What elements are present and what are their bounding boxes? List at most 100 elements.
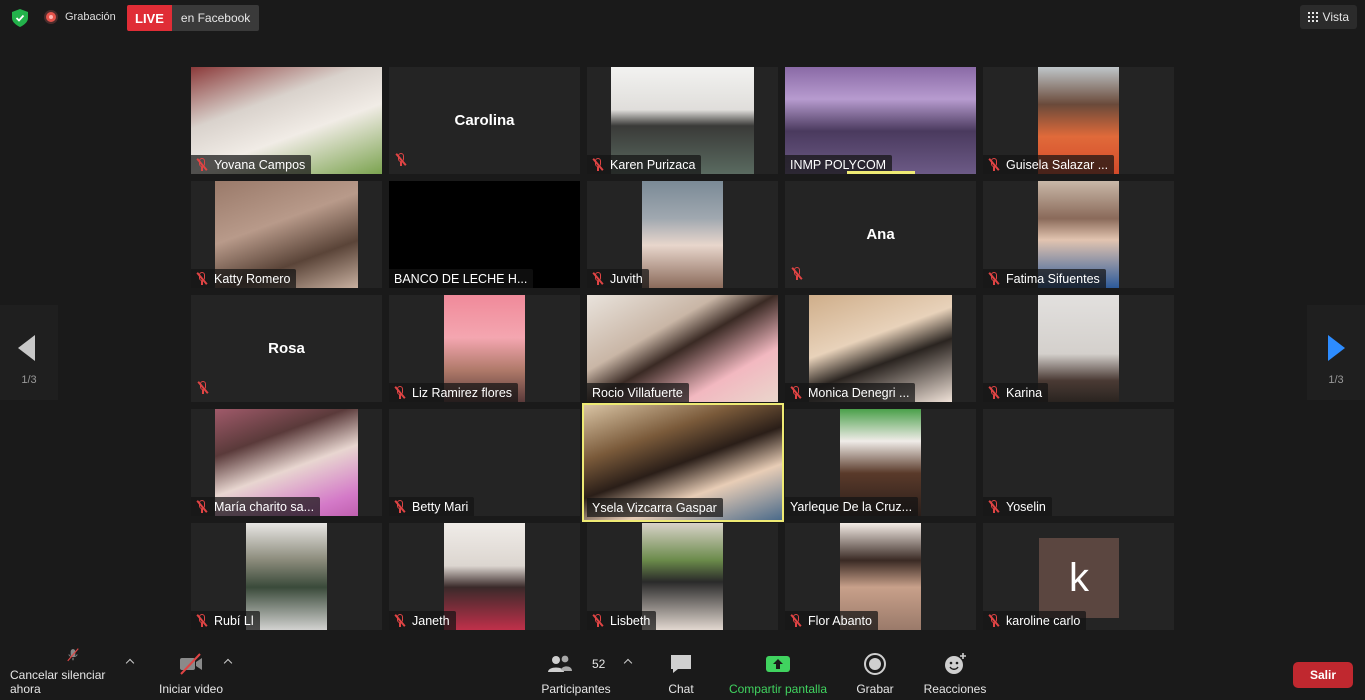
- participant-tile[interactable]: Juvith: [587, 181, 778, 288]
- share-screen-button[interactable]: Compartir pantalla: [726, 648, 830, 700]
- participants-button[interactable]: Participantes: [540, 648, 612, 700]
- participant-name: BANCO DE LECHE H...: [394, 271, 528, 286]
- participant-name-label: Katty Romero: [191, 269, 297, 288]
- participant-name-label: Yarleque De la Cruz...: [785, 497, 919, 516]
- participant-name-label: Betty Mari: [389, 497, 475, 516]
- record-button[interactable]: Grabar: [854, 648, 896, 700]
- reactions-label: Reacciones: [923, 682, 987, 696]
- page-indicator-left: 1/3: [21, 374, 37, 386]
- mic-muted-icon: [592, 158, 604, 171]
- video-options-chevron-up-icon[interactable]: [223, 658, 233, 668]
- participant-name: Guisela Salazar ...: [1006, 157, 1109, 172]
- microphone-muted-icon: [67, 648, 79, 662]
- page-indicator-right: 1/3: [1328, 374, 1344, 386]
- arrow-right-icon: [1328, 335, 1345, 361]
- participants-icon: [548, 655, 572, 672]
- participant-name-label: Fatima Sifuentes: [983, 269, 1106, 288]
- chat-bubble-icon: [671, 655, 691, 673]
- participant-name: Karen Purizaca: [610, 157, 696, 172]
- participant-tile[interactable]: María charito sa...: [191, 409, 382, 516]
- participant-tile[interactable]: Katty Romero: [191, 181, 382, 288]
- mic-muted-icon: [196, 158, 208, 171]
- mic-status: [197, 381, 215, 399]
- participant-tile[interactable]: Betty Mari: [389, 409, 580, 516]
- leave-meeting-button[interactable]: Salir: [1293, 662, 1353, 688]
- participant-name-label: Flor Abanto: [785, 611, 878, 630]
- participant-tile[interactable]: Carolina: [389, 67, 580, 174]
- previous-page-button[interactable]: 1/3: [0, 305, 58, 400]
- active-speaker-tile[interactable]: Ysela Vizcarra Gaspar: [582, 403, 784, 522]
- mic-muted-icon: [592, 614, 604, 627]
- participant-tile[interactable]: k karoline carlo: [983, 523, 1174, 630]
- video-camera-off-icon: [180, 653, 202, 675]
- participant-name-center: Ana: [866, 226, 895, 243]
- participant-name: INMP POLYCOM: [790, 157, 887, 172]
- participant-name: Fatima Sifuentes: [1006, 271, 1100, 286]
- participant-name: Monica Denegri ...: [808, 385, 910, 400]
- chat-button[interactable]: Chat: [660, 648, 702, 700]
- participant-tile[interactable]: Liz Ramirez flores: [389, 295, 580, 402]
- start-video-button[interactable]: Iniciar video: [158, 648, 224, 700]
- share-screen-label: Compartir pantalla: [728, 682, 828, 696]
- participant-name-label: Lisbeth: [587, 611, 657, 630]
- participant-name-label: Ysela Vizcarra Gaspar: [587, 498, 723, 517]
- participant-tile[interactable]: Rubí Ll: [191, 523, 382, 630]
- participant-name-label: Liz Ramirez flores: [389, 383, 519, 402]
- participant-name-center: Rosa: [268, 340, 305, 357]
- mic-muted-icon: [196, 614, 208, 627]
- participant-tile[interactable]: Yarleque De la Cruz...: [785, 409, 976, 516]
- share-screen-icon: [766, 656, 790, 672]
- participants-options-chevron-up-icon[interactable]: [623, 658, 633, 668]
- unmute-button[interactable]: Cancelar silenciar ahora: [10, 648, 136, 700]
- recording-indicator[interactable]: Grabación: [44, 10, 116, 24]
- live-stream-indicator[interactable]: LIVE en Facebook: [127, 5, 260, 31]
- spotlight-indicator: [847, 171, 915, 174]
- participant-tile[interactable]: BANCO DE LECHE H...: [389, 181, 580, 288]
- mic-muted-icon: [988, 500, 1000, 513]
- participant-tile[interactable]: Flor Abanto: [785, 523, 976, 630]
- next-page-button[interactable]: 1/3: [1307, 305, 1365, 400]
- participant-tile[interactable]: Fatima Sifuentes: [983, 181, 1174, 288]
- chat-label: Chat: [668, 682, 694, 696]
- participant-name: Rocio Villafuerte: [592, 385, 683, 400]
- video-feed: [444, 523, 525, 630]
- participant-tile[interactable]: Ana: [785, 181, 976, 288]
- reactions-button[interactable]: Reacciones: [922, 648, 988, 700]
- participant-name-label: Yoselin: [983, 497, 1052, 516]
- arrow-left-icon: [18, 335, 35, 361]
- mic-muted-icon: [988, 158, 1000, 171]
- participant-tile[interactable]: INMP POLYCOM: [785, 67, 976, 174]
- participant-name: Yarleque De la Cruz...: [790, 499, 913, 514]
- participant-tile[interactable]: Lisbeth: [587, 523, 778, 630]
- mic-status: [395, 153, 413, 171]
- participant-name-label: Yovana Campos: [191, 155, 312, 174]
- participant-tile[interactable]: Yovana Campos: [191, 67, 382, 174]
- participant-tile[interactable]: Karina: [983, 295, 1174, 402]
- shield-icon[interactable]: [12, 9, 28, 27]
- participant-name: karoline carlo: [1006, 613, 1081, 628]
- mic-muted-icon: [988, 272, 1000, 285]
- participants-label: Participantes: [541, 682, 611, 696]
- mic-muted-icon: [592, 272, 604, 285]
- participant-name: Rubí Ll: [214, 613, 254, 628]
- video-feed: [1038, 295, 1119, 402]
- participant-tile[interactable]: Monica Denegri ...: [785, 295, 976, 402]
- participant-name: Janeth: [412, 613, 450, 628]
- participant-tile[interactable]: Guisela Salazar ...: [983, 67, 1174, 174]
- participants-count: 52: [592, 657, 606, 671]
- smiley-add-icon: [945, 653, 966, 674]
- participant-tile[interactable]: Rosa: [191, 295, 382, 402]
- participant-tile[interactable]: Karen Purizaca: [587, 67, 778, 174]
- participant-tile[interactable]: Yoselin: [983, 409, 1174, 516]
- mic-muted-icon: [791, 267, 803, 280]
- participant-tile[interactable]: Rocio Villafuerte: [587, 295, 778, 402]
- participant-name: Karina: [1006, 385, 1043, 400]
- start-video-label: Iniciar video: [158, 682, 224, 696]
- mic-muted-icon: [196, 500, 208, 513]
- view-button[interactable]: Vista: [1299, 5, 1357, 29]
- mic-muted-icon: [790, 614, 802, 627]
- mic-muted-icon: [395, 153, 407, 166]
- participant-tile[interactable]: Janeth: [389, 523, 580, 630]
- participant-avatar: k: [1039, 538, 1119, 618]
- video-feed: [642, 181, 723, 288]
